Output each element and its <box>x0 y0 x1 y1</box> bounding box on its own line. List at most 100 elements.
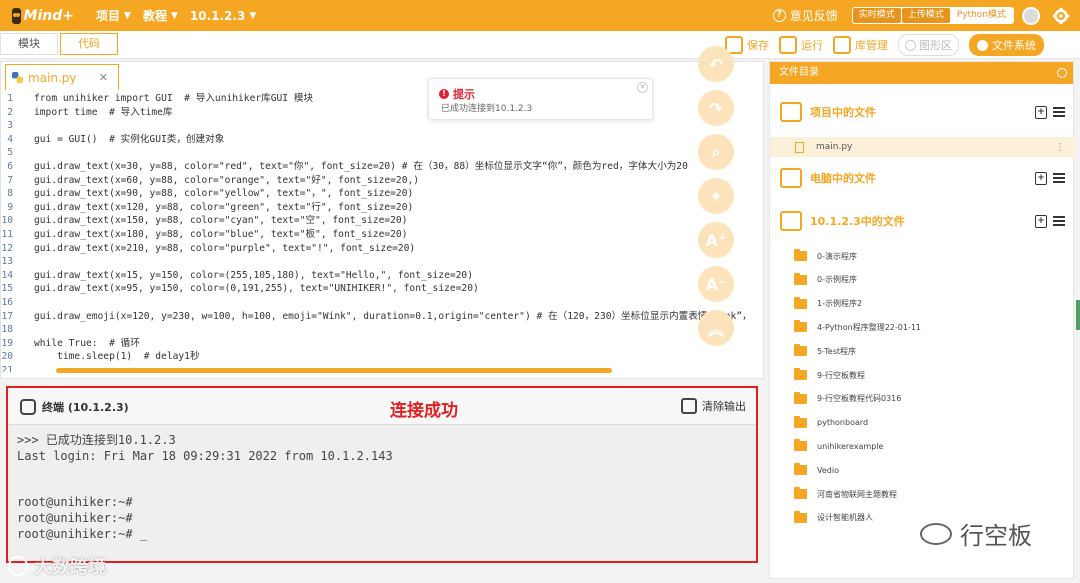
folder-item[interactable]: 1-示例程序2 <box>794 296 863 311</box>
avatar[interactable] <box>1022 6 1040 25</box>
python-icon <box>12 72 23 83</box>
zoom-out-button[interactable]: A⁻ <box>698 266 734 302</box>
font-increase-icon: A⁺ <box>705 230 727 250</box>
code-line[interactable]: 13 <box>1 255 763 269</box>
code-line[interactable]: 7 gui.draw_text(x=60, y=88, color="orange… <box>1 174 763 188</box>
code-line[interactable]: 15 gui.draw_text(x=95, y=150, color=(0,19… <box>1 282 763 296</box>
new-file-icon[interactable]: + <box>1035 214 1047 228</box>
folder-item[interactable]: unihikerexample <box>794 439 883 453</box>
code-text: time.sleep(1) # delay1秒 <box>34 351 200 363</box>
format-button[interactable]: ✦ <box>698 178 734 214</box>
folder-item[interactable]: pythonboard <box>794 415 868 430</box>
question-icon: ? <box>772 9 786 22</box>
new-file-icon[interactable]: + <box>1035 105 1047 119</box>
folder-icon <box>794 296 807 309</box>
tab-code[interactable]: 代码 <box>60 33 118 55</box>
zoom-in-button[interactable]: A⁺ <box>698 222 734 258</box>
code-line[interactable]: 19 while True: # 循环 <box>1 337 763 351</box>
library-manager-button[interactable]: 库管理 <box>833 36 888 54</box>
line-number: 18 <box>1 324 13 336</box>
folder-icon <box>794 344 807 357</box>
code-line[interactable]: 6 gui.draw_text(x=30, y=88, color="red", … <box>1 160 763 174</box>
folder-item[interactable]: 设计智能机器人 <box>794 510 873 525</box>
folder-label: 1-示例程序2 <box>817 299 863 309</box>
folder-item[interactable]: 0-演示程序 <box>794 249 857 263</box>
undo-button[interactable]: ↶ <box>698 46 734 82</box>
new-file-icon[interactable]: + <box>1035 171 1047 185</box>
graphics-area-button[interactable]: 图形区 <box>898 34 959 56</box>
folder-icon <box>794 368 807 380</box>
clear-output-button[interactable]: 清除输出 <box>681 398 746 414</box>
folder-item[interactable]: 0-示例程序 <box>794 272 857 287</box>
top-right-group: ? 意见反馈 实时模式 上传模式 Python模式 <box>772 0 1080 31</box>
brush-icon <box>681 398 697 414</box>
computer-files-section[interactable]: 电脑中的文件 + <box>780 168 1065 188</box>
code-line[interactable]: 3 <box>1 119 763 133</box>
gear-icon[interactable] <box>1052 7 1070 25</box>
line-number: 12 <box>1 242 13 254</box>
code-line[interactable]: 8 gui.draw_text(x=90, y=88, color="yellow… <box>1 187 763 201</box>
menu-device[interactable]: 10.1.2.3 ▼ <box>190 9 256 23</box>
filesystem-button[interactable]: 文件系统 <box>969 34 1044 56</box>
file-item-main[interactable]: main.py ⋮ <box>770 137 1075 157</box>
search-button[interactable]: ⌕ <box>698 134 734 170</box>
code-line[interactable]: 16 <box>1 296 763 310</box>
code-area[interactable]: 1 from unihiker import GUI # 导入unihiker库G… <box>1 92 763 372</box>
folder-item[interactable]: 5-Test程序 <box>794 344 856 358</box>
code-line[interactable]: 10 gui.draw_text(x=150, y=88, color="cyan… <box>1 214 763 228</box>
close-icon[interactable]: ✕ <box>99 71 108 84</box>
redo-button[interactable]: ↷ <box>698 90 734 126</box>
menu-tutorial[interactable]: 教程 ▼ <box>143 7 178 24</box>
code-line[interactable]: 9 gui.draw_text(x=120, y=88, color="green… <box>1 201 763 215</box>
menu-icon[interactable] <box>1053 216 1065 226</box>
feedback-button[interactable]: ? 意见反馈 <box>772 7 838 24</box>
code-line[interactable]: 20 time.sleep(1) # delay1秒 <box>1 350 763 364</box>
device-files-section[interactable]: 10.1.2.3中的文件 + <box>780 211 1065 231</box>
code-line[interactable]: 4 gui = GUI() # 实例化GUI类，创建对象 <box>1 133 763 147</box>
project-files-section[interactable]: 项目中的文件 + <box>780 102 1065 122</box>
file-panel-header: 文件目录 <box>770 62 1073 84</box>
tab-blocks[interactable]: 模块 <box>0 33 58 55</box>
code-line[interactable]: 14 gui.draw_text(x=15, y=150, color=(255,… <box>1 269 763 283</box>
file-tab[interactable]: main.py ✕ <box>5 64 119 90</box>
app-logo[interactable]: Mind+ <box>12 7 74 24</box>
code-line[interactable]: 18 <box>1 323 763 337</box>
folder-item[interactable]: 9-行空板教程代码0316 <box>794 391 901 406</box>
more-icon[interactable]: ⋮ <box>1055 142 1065 153</box>
top-bar: Mind+ 项目 ▼ 教程 ▼ 10.1.2.3 ▼ ? 意见反馈 实时模式 上传模式… <box>0 0 1080 31</box>
horizontal-scrollbar[interactable] <box>56 368 612 373</box>
grid-icon <box>780 211 802 231</box>
mode-upload[interactable]: 上传模式 <box>901 8 950 23</box>
mode-realtime[interactable]: 实时模式 <box>852 8 901 23</box>
folder-icon <box>794 463 807 476</box>
close-icon[interactable]: ✕ <box>637 82 648 93</box>
code-line[interactable]: 12 gui.draw_text(x=210, y=88, color="purp… <box>1 242 763 256</box>
folder-item[interactable]: 河南省物联网主题教程 <box>794 487 897 501</box>
menu-icon[interactable] <box>1053 107 1065 117</box>
line-number: 1 <box>7 93 13 104</box>
menu-project[interactable]: 项目 ▼ <box>96 7 131 24</box>
folder-item[interactable]: 4-Python程序整理22-01-11 <box>794 320 921 334</box>
code-text: from unihiker import GUI # 导入unihiker库GU… <box>34 93 314 104</box>
page-scrollbar[interactable] <box>1076 300 1080 330</box>
folder-item[interactable]: 9-行空板教程 <box>794 368 865 382</box>
line-number: 15 <box>1 283 13 295</box>
code-text: gui.draw_text(x=150, y=88, color="cyan",… <box>34 215 408 227</box>
code-line[interactable]: 17 gui.draw_emoji(x=120, y=230, w=100, h=… <box>1 310 763 324</box>
run-button[interactable]: 运行 <box>779 36 823 54</box>
code-line[interactable]: 11 gui.draw_text(x=180, y=88, color="blue… <box>1 228 763 242</box>
feedback-label: 意见反馈 <box>789 9 838 23</box>
mode-python[interactable]: Python模式 <box>950 8 1012 23</box>
save-button[interactable]: 保存 <box>725 36 769 54</box>
line-number: 14 <box>1 269 13 281</box>
collapse-button[interactable]: ︽ <box>698 310 734 346</box>
refresh-icon[interactable] <box>1057 68 1067 78</box>
menu-icon[interactable] <box>1053 173 1065 183</box>
folder-item[interactable]: Vedio <box>794 463 839 477</box>
folder-label: 0-示例程序 <box>817 275 857 285</box>
sparkle-icon: ✦ <box>709 186 723 206</box>
code-line[interactable]: 5 <box>1 146 763 160</box>
line-number: 20 <box>1 351 13 363</box>
watermark-left: 大数跨境 <box>8 553 106 579</box>
terminal-output[interactable]: >>> 已成功连接到10.1.2.3 Last login: Fri Mar 18… <box>17 433 393 542</box>
